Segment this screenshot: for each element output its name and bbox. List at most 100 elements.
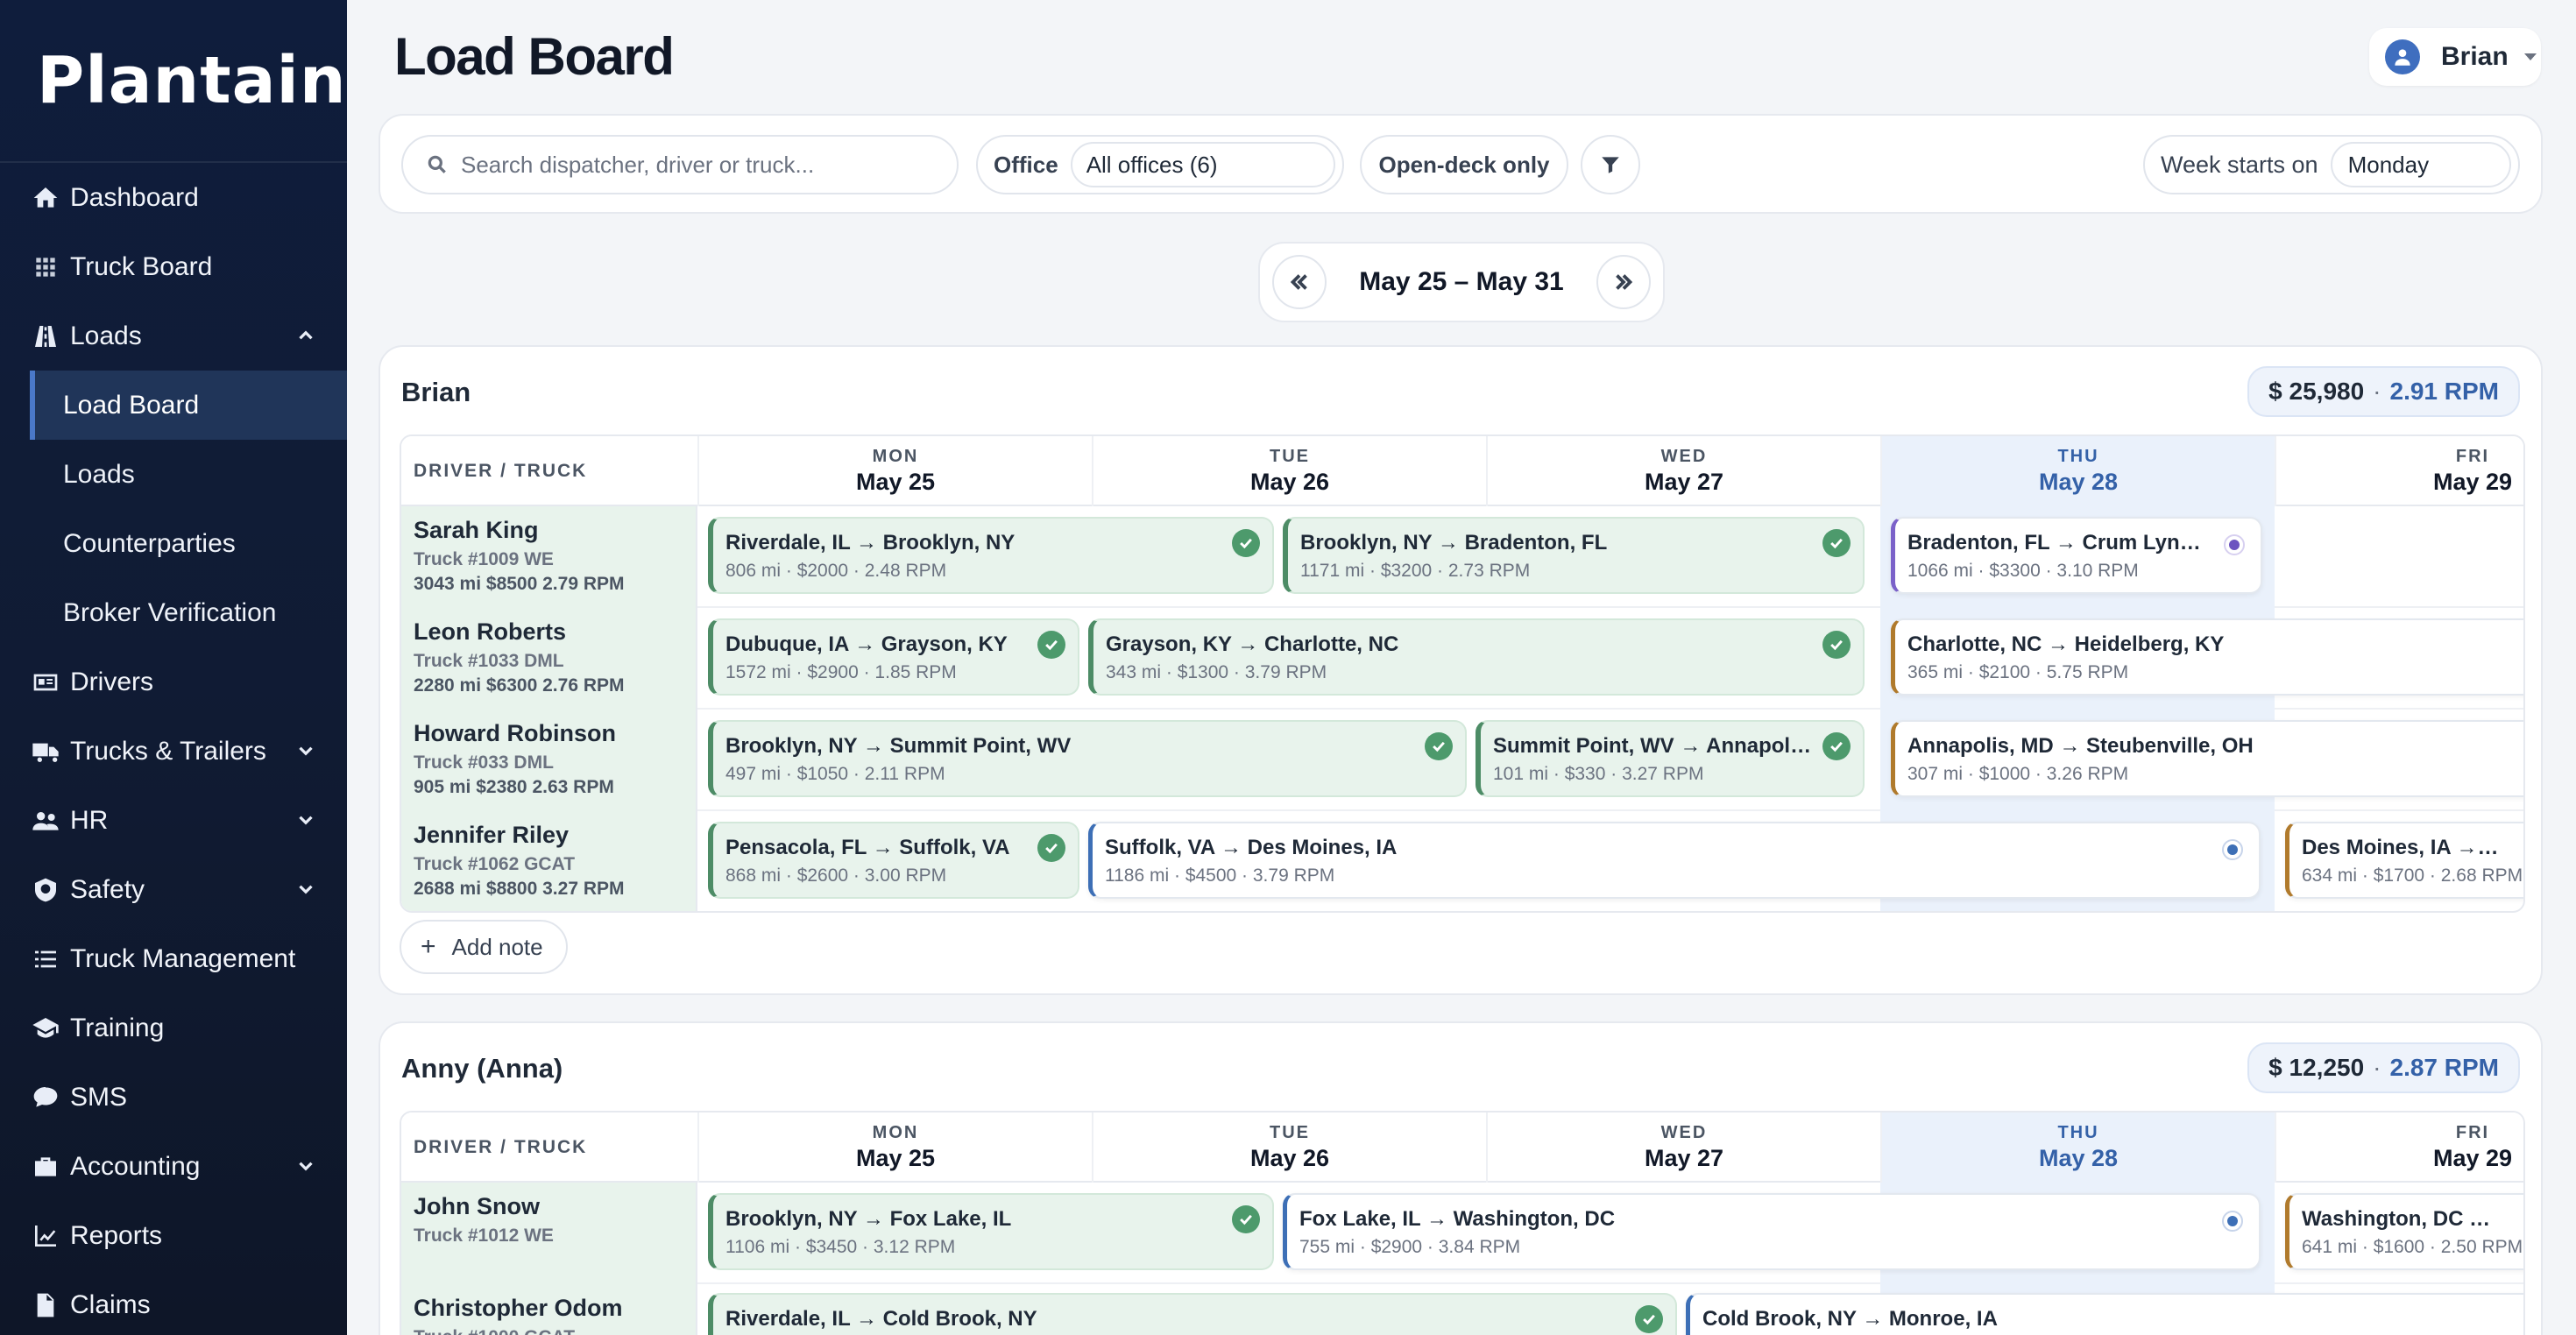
driver-cell[interactable]: Leon Roberts Truck #1033 DML 2280 mi $63… — [401, 608, 697, 710]
sidebar-item-label: Trucks & Trailers — [70, 736, 266, 766]
driver-cell[interactable]: Christopher Odom Truck #1000 GCAT — [401, 1284, 697, 1335]
day-header-today[interactable]: THU May 28 — [1880, 1112, 2275, 1183]
sidebar-item-hr[interactable]: HR — [0, 786, 347, 855]
day-header[interactable]: MON May 25 — [697, 436, 1092, 506]
load-card[interactable]: Annapolis, MD → Steubenville, OH 307 mi … — [1891, 720, 2523, 797]
driver-cell[interactable]: Sarah King Truck #1009 WE 3043 mi $8500 … — [401, 506, 697, 608]
load-card[interactable]: Riverdale, IL → Brooklyn, NY 806 mi · $2… — [708, 517, 1274, 594]
load-card[interactable]: Brooklyn, NY → Bradenton, FL 1171 mi · $… — [1283, 517, 1865, 594]
load-meta: 1066 mi · $3300 · 3.10 RPM — [1907, 561, 2139, 581]
load-card[interactable]: Brooklyn, NY → Summit Point, WV 497 mi ·… — [708, 720, 1467, 797]
check-icon — [1232, 1205, 1260, 1233]
load-route: Washington, DC → Dublin, OH — [2302, 1207, 2524, 1231]
shield-icon — [30, 874, 61, 906]
load-card[interactable]: Suffolk, VA → Des Moines, IA 1186 mi · $… — [1088, 822, 2261, 899]
grid-icon — [30, 251, 61, 283]
office-select[interactable]: All offices (6) — [1070, 142, 1335, 187]
load-meta: 641 mi · $1600 · 2.50 RPM — [2302, 1237, 2523, 1257]
chevron-down-icon[interactable] — [294, 739, 317, 762]
sidebar-item-training[interactable]: Training — [0, 993, 347, 1063]
user-menu[interactable]: Brian — [2369, 28, 2541, 86]
load-card[interactable]: Fox Lake, IL → Washington, DC 755 mi · $… — [1283, 1193, 2261, 1270]
sidebar-item-safety[interactable]: Safety — [0, 855, 347, 924]
day-date: May 26 — [1249, 469, 1330, 495]
driver-name: Jennifer Riley — [414, 822, 570, 848]
load-route: Fox Lake, IL → Washington, DC — [1299, 1207, 1616, 1231]
load-meta: 497 mi · $1050 · 2.11 RPM — [725, 764, 945, 784]
day-header[interactable]: WED May 27 — [1486, 1112, 1880, 1183]
day-header[interactable]: MON May 25 — [697, 1112, 1092, 1183]
day-header[interactable]: TUE May 26 — [1092, 436, 1486, 506]
day-header[interactable]: WED May 27 — [1486, 436, 1880, 506]
week-start-label: Week starts on — [2161, 151, 2318, 178]
load-card[interactable]: Washington, DC → Dublin, OH 641 mi · $16… — [2285, 1193, 2524, 1270]
load-meta: 1572 mi · $2900 · 1.85 RPM — [725, 662, 957, 682]
sidebar-subitem-load-board[interactable]: Load Board — [30, 371, 347, 440]
chevron-down-icon[interactable] — [294, 809, 317, 831]
main-content: Load Board Brian Office All offices (6) … — [347, 0, 2576, 1335]
sidebar-item-accounting[interactable]: Accounting — [0, 1132, 347, 1201]
day-header[interactable]: FRI May 29 — [2275, 1112, 2523, 1183]
load-route: Brooklyn, NY → Summit Point, WV — [725, 734, 1072, 758]
search-input[interactable] — [461, 151, 952, 179]
sidebar: Plantain Dashboard Truck Board Loads Loa… — [0, 0, 347, 1335]
sidebar-subitem-broker-verification[interactable]: Broker Verification — [0, 578, 347, 647]
sidebar-item-truck-board[interactable]: Truck Board — [0, 232, 347, 301]
brand-logo[interactable]: Plantain — [0, 0, 347, 163]
day-date: May 28 — [2038, 1145, 2119, 1171]
sidebar-item-drivers[interactable]: Drivers — [0, 647, 347, 717]
driver-cell[interactable]: Howard Robinson Truck #033 DML 905 mi $2… — [401, 710, 697, 811]
sidebar-nav: Dashboard Truck Board Loads Load Board L… — [0, 163, 347, 1335]
load-card[interactable]: Charlotte, NC → Heidelberg, KY 365 mi · … — [1891, 618, 2523, 696]
load-meta: 806 mi · $2000 · 2.48 RPM — [725, 561, 947, 581]
check-icon — [1425, 732, 1453, 760]
chevron-down-icon[interactable] — [294, 878, 317, 901]
load-card[interactable]: Cold Brook, NY → Monroe, IA — [1686, 1293, 2523, 1335]
day-date: May 29 — [2432, 1145, 2513, 1171]
load-card[interactable]: Des Moines, IA → Fair Haven, NJ 634 mi ·… — [2285, 822, 2523, 899]
user-name: Brian — [2441, 42, 2509, 71]
chevron-up-icon[interactable] — [294, 324, 317, 347]
driver-name: Christopher Odom — [414, 1295, 623, 1321]
search-field[interactable] — [401, 135, 959, 194]
sidebar-item-reports[interactable]: Reports — [0, 1201, 347, 1270]
load-meta: 365 mi · $2100 · 5.75 RPM — [1907, 662, 2129, 682]
load-card[interactable]: Brooklyn, NY → Fox Lake, IL 1106 mi · $3… — [708, 1193, 1274, 1270]
sidebar-item-label: Dashboard — [70, 182, 199, 212]
id-card-icon — [30, 667, 61, 698]
week-start-select[interactable]: Monday — [2330, 142, 2511, 187]
day-of-week: FRI — [2455, 447, 2490, 466]
driver-cell[interactable]: Jennifer Riley Truck #1062 GCAT 2688 mi … — [401, 811, 697, 911]
load-card[interactable]: Grayson, KY → Charlotte, NC 343 mi · $13… — [1088, 618, 1865, 696]
driver-truck-header: DRIVER / TRUCK — [414, 1137, 588, 1157]
chevron-down-icon[interactable] — [294, 1155, 317, 1177]
sidebar-item-truck-management[interactable]: Truck Management — [0, 924, 347, 993]
day-header[interactable]: TUE May 26 — [1092, 1112, 1486, 1183]
load-meta: 1171 mi · $3200 · 2.73 RPM — [1300, 561, 1531, 581]
sidebar-item-label: Claims — [70, 1289, 151, 1319]
day-header-today[interactable]: THU May 28 — [1880, 436, 2275, 506]
load-card[interactable]: Summit Point, WV → Annapolis, MD 101 mi … — [1476, 720, 1865, 797]
sidebar-item-sms[interactable]: SMS — [0, 1063, 347, 1132]
sidebar-subitem-counterparties[interactable]: Counterparties — [0, 509, 347, 578]
sidebar-subitem-loads[interactable]: Loads — [0, 440, 347, 509]
load-card[interactable]: Pensacola, FL → Suffolk, VA 868 mi · $26… — [708, 822, 1079, 899]
filter-button[interactable] — [1581, 135, 1640, 194]
sidebar-item-trucks-trailers[interactable]: Trucks & Trailers — [0, 717, 347, 786]
add-note-button[interactable]: + Add note — [400, 920, 568, 974]
next-week-button[interactable] — [1596, 255, 1651, 309]
sidebar-item-dashboard[interactable]: Dashboard — [0, 163, 347, 232]
dispatcher-group: Brian $ 25,980 · 2.91 RPM DRIVER / TRUCK… — [379, 345, 2543, 995]
load-card[interactable]: Riverdale, IL → Cold Brook, NY — [708, 1293, 1677, 1335]
sidebar-item-claims[interactable]: Claims — [0, 1270, 347, 1335]
open-deck-toggle[interactable]: Open-deck only — [1360, 135, 1568, 194]
load-card[interactable]: Dubuque, IA → Grayson, KY 1572 mi · $290… — [708, 618, 1079, 696]
day-header[interactable]: FRI May 29 — [2275, 436, 2523, 506]
page-title: Load Board — [394, 27, 675, 86]
day-of-week: MON — [872, 447, 919, 466]
load-card[interactable]: Bradenton, FL → Crum Lynne, PA 1066 mi ·… — [1891, 517, 2262, 594]
prev-week-button[interactable] — [1272, 255, 1327, 309]
driver-row: Sarah King Truck #1009 WE 3043 mi $8500 … — [401, 506, 2523, 608]
driver-cell[interactable]: John Snow Truck #1012 WE — [401, 1183, 697, 1284]
sidebar-item-loads[interactable]: Loads — [0, 301, 347, 371]
